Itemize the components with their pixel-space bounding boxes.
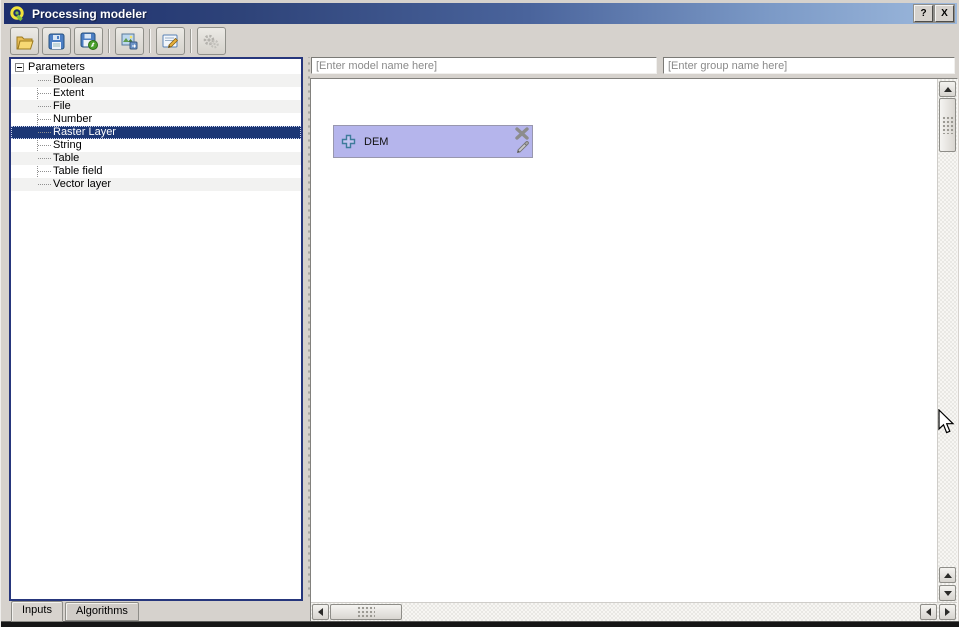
arrow-up-icon [944, 573, 952, 578]
scroll-up-button-secondary[interactable] [939, 567, 956, 583]
arrow-down-icon [944, 591, 952, 596]
tree-item-table[interactable]: Table [11, 152, 301, 165]
thumb-grip-icon [942, 116, 954, 134]
toolbar-separator [149, 29, 151, 53]
scroll-up-button[interactable] [939, 81, 956, 97]
tree-branch-line [38, 158, 51, 159]
parameters-children: Boolean Extent File Number Raster Layer [11, 74, 301, 191]
horizontal-scroll-thumb[interactable] [330, 604, 402, 620]
model-name-input[interactable] [311, 57, 657, 74]
toolbar-separator [190, 29, 192, 53]
model-canvas[interactable]: DEM [310, 78, 958, 622]
arrow-up-icon [944, 87, 952, 92]
save-model-as-button[interactable] [74, 27, 103, 55]
scroll-right-button[interactable] [939, 604, 956, 620]
group-name-input[interactable] [663, 57, 955, 74]
modeler-toolbar [10, 27, 229, 55]
export-image-icon [120, 32, 139, 51]
tree-branch-line [38, 106, 51, 107]
tree-branch-line [38, 145, 51, 146]
sidebar-tabs: Inputs Algorithms [11, 601, 139, 622]
edit-help-icon [161, 32, 180, 51]
export-as-image-button[interactable] [115, 27, 144, 55]
window-bottom-edge [1, 621, 959, 627]
scroll-left-button-secondary[interactable] [920, 604, 937, 620]
vertical-scroll-thumb[interactable] [939, 98, 956, 152]
tree-item-table-field[interactable]: Table field [11, 165, 301, 178]
node-label: DEM [364, 136, 388, 148]
tree-item-label: String [53, 139, 82, 152]
tab-algorithms[interactable]: Algorithms [65, 602, 139, 621]
tree-item-file[interactable]: File [11, 100, 301, 113]
close-button[interactable]: X [935, 5, 954, 22]
arrow-left-icon [318, 608, 323, 616]
tree-item-label: Vector layer [53, 178, 111, 191]
edit-node-icon[interactable] [515, 139, 529, 156]
tree-item-label: File [53, 100, 71, 113]
qgis-logo-icon [9, 5, 26, 22]
open-model-button[interactable] [10, 27, 39, 55]
tree-item-label: Extent [53, 87, 84, 100]
tree-item-label: Table [53, 152, 79, 165]
processing-modeler-window: Processing modeler ? X [0, 0, 959, 627]
toolbar-separator [108, 29, 110, 53]
save-icon [48, 33, 65, 50]
tree-root-parameters[interactable]: Parameters [11, 61, 301, 74]
save-model-button[interactable] [42, 27, 71, 55]
tree-item-label: Number [53, 113, 92, 126]
inputs-panel: Parameters Boolean Extent File Number [9, 57, 303, 601]
title-bar[interactable]: Processing modeler ? X [4, 3, 957, 24]
tree-branch-line [38, 93, 51, 94]
scroll-down-button[interactable] [939, 585, 956, 601]
scroll-track[interactable] [402, 603, 919, 621]
parameters-tree: Parameters Boolean Extent File Number [11, 59, 301, 191]
tree-branch-line [38, 80, 51, 81]
run-model-icon [202, 32, 221, 51]
tree-item-string[interactable]: String [11, 139, 301, 152]
tree-item-number[interactable]: Number [11, 113, 301, 126]
collapse-expander-icon[interactable] [15, 63, 24, 72]
tree-item-vector-layer[interactable]: Vector layer [11, 178, 301, 191]
arrow-left-icon [926, 608, 931, 616]
canvas-vertical-scrollbar[interactable] [937, 79, 957, 603]
help-button[interactable]: ? [914, 5, 933, 22]
canvas-horizontal-scrollbar[interactable] [311, 602, 957, 621]
plus-icon [341, 134, 356, 149]
scroll-left-button[interactable] [312, 604, 329, 620]
tab-inputs[interactable]: Inputs [11, 601, 63, 622]
tree-branch-line [38, 119, 51, 120]
tree-branch-line [38, 184, 51, 185]
save-as-icon [80, 32, 98, 50]
tree-branch-line [38, 132, 51, 133]
tree-item-raster-layer[interactable]: Raster Layer [11, 126, 301, 139]
folder-open-icon [15, 32, 34, 51]
tree-item-extent[interactable]: Extent [11, 87, 301, 100]
tree-item-label: Table field [53, 165, 103, 178]
tree-branch-line [38, 171, 51, 172]
tree-item-label: Boolean [53, 74, 93, 87]
tree-item-boolean[interactable]: Boolean [11, 74, 301, 87]
model-node-dem[interactable]: DEM [333, 125, 533, 158]
edit-model-help-button[interactable] [156, 27, 185, 55]
run-model-button[interactable] [197, 27, 226, 55]
window-title: Processing modeler [32, 7, 912, 21]
arrow-right-icon [945, 608, 950, 616]
tree-item-label: Raster Layer [53, 126, 116, 139]
thumb-grip-icon [357, 606, 375, 618]
